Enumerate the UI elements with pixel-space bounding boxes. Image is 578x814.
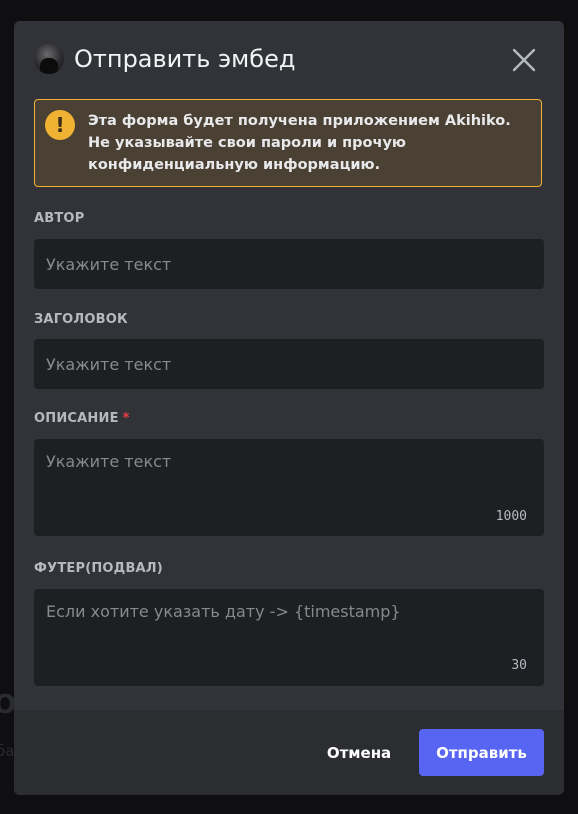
warning-app-name: Akihiko [444,113,506,129]
close-button[interactable] [510,46,538,74]
description-label: ОПИСАНИЕ * [34,411,130,426]
footer-char-counter: 30 [511,658,527,673]
modal-header: Отправить эмбед [14,21,564,99]
author-input[interactable] [34,239,544,289]
description-char-counter: 1000 [495,509,527,524]
required-mark: * [122,411,130,426]
warning-notice: ! Эта форма будет получена приложением A… [34,99,542,187]
close-icon [512,48,536,72]
title-input[interactable] [34,339,544,389]
background-text: ба [0,742,15,760]
warning-text-before: Эта форма будет получена приложением [88,113,445,129]
modal-title: Отправить эмбед [74,45,296,73]
warning-icon: ! [45,110,75,140]
warning-text: Эта форма будет получена приложением Aki… [88,110,533,176]
description-label-text: ОПИСАНИЕ [34,411,119,426]
author-label: АВТОР [34,211,85,226]
embed-modal: Отправить эмбед ! Эта форма будет получе… [14,21,564,795]
title-label: ЗАГОЛОВОК [34,312,128,327]
modal-footer: Отмена Отправить [14,710,564,795]
cancel-button[interactable]: Отмена [314,730,404,776]
footer-label: ФУТЕР(ПОДВАЛ) [34,561,163,576]
avatar [34,44,64,74]
submit-button[interactable]: Отправить [419,729,544,776]
